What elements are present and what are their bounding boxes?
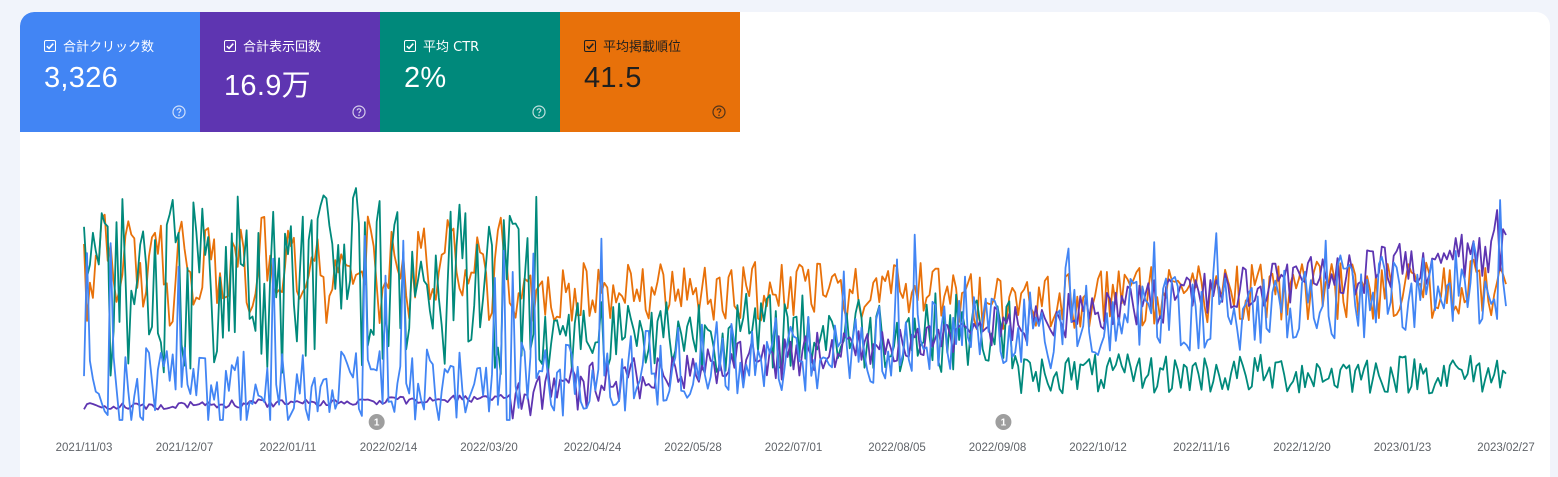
help-icon[interactable] — [352, 105, 366, 119]
metric-label-row: 合計表示回数 — [224, 36, 321, 55]
metric-card-average-ctr[interactable]: 平均 CTR 2% — [380, 12, 560, 132]
metric-label-row: 平均 CTR — [404, 36, 479, 55]
performance-panel: 合計クリック数 3,326 合計表示回数 16.9万 平均 CTR 2% 平均掲… — [20, 12, 1550, 477]
metric-label-row: 平均掲載順位 — [584, 36, 681, 55]
help-icon[interactable] — [712, 105, 726, 119]
series-layer — [83, 187, 1507, 421]
x-tick-label: 2021/11/03 — [56, 442, 113, 454]
metric-card-total-impressions[interactable]: 合計表示回数 16.9万 — [200, 12, 380, 132]
checkbox-checked-icon[interactable] — [584, 39, 596, 52]
x-tick-label: 2022/12/20 — [1273, 442, 1331, 454]
metric-value: 16.9万 — [224, 70, 311, 102]
annotation-label: 1 — [374, 418, 380, 429]
annotation-layer: 11 — [368, 414, 1012, 430]
checkbox-checked-icon[interactable] — [224, 39, 236, 52]
checkbox-checked-icon[interactable] — [44, 39, 56, 52]
help-icon[interactable] — [532, 105, 546, 119]
x-tick-label: 2022/10/12 — [1069, 442, 1127, 454]
x-tick-label: 2022/04/24 — [564, 442, 622, 454]
metric-label: 合計表示回数 — [243, 40, 322, 55]
x-axis-ticks: 2021/11/03 2021/12/07 2022/01/11 2022/02/14… — [56, 442, 1535, 454]
help-icon[interactable] — [172, 105, 186, 119]
x-tick-label: 2022/01/11 — [260, 442, 317, 454]
performance-chart: 11 2021/11/03 2021/12/07 2022/01/11 2022/02… — [20, 132, 1550, 477]
metric-value: 41.5 — [584, 62, 642, 94]
metric-card-average-position[interactable]: 平均掲載順位 41.5 — [560, 12, 740, 132]
metric-card-total-clicks[interactable]: 合計クリック数 3,326 — [20, 12, 200, 132]
x-tick-label: 2022/02/14 — [360, 442, 418, 454]
x-tick-label: 2022/08/05 — [868, 442, 926, 454]
metric-cards: 合計クリック数 3,326 合計表示回数 16.9万 平均 CTR 2% 平均掲… — [20, 12, 740, 132]
x-tick-label: 2022/03/20 — [460, 442, 518, 454]
annotation-label: 1 — [1001, 418, 1007, 429]
metric-value: 3,326 — [44, 62, 119, 94]
x-tick-label: 2021/12/07 — [156, 442, 214, 454]
x-tick-label: 2022/09/08 — [969, 442, 1027, 454]
checkbox-checked-icon[interactable] — [404, 39, 416, 52]
annotation-marker-1[interactable]: 1 — [368, 414, 385, 430]
series-line-clicks — [83, 199, 1507, 421]
metric-label-row: 合計クリック数 — [44, 36, 154, 55]
annotation-marker-2[interactable]: 1 — [995, 414, 1012, 430]
x-tick-label: 2023/02/27 — [1477, 442, 1535, 454]
metric-label: 合計クリック数 — [63, 40, 155, 55]
metric-value: 2% — [404, 62, 447, 94]
x-tick-label: 2023/01/23 — [1374, 442, 1432, 454]
performance-line-chart: 11 2021/11/03 2021/12/07 2022/01/11 2022/02… — [56, 187, 1535, 454]
x-tick-label: 2022/05/28 — [664, 442, 722, 454]
metric-label: 平均掲載順位 — [603, 40, 682, 55]
metric-label: 平均 CTR — [423, 40, 480, 55]
x-tick-label: 2022/07/01 — [765, 442, 823, 454]
x-tick-label: 2022/11/16 — [1173, 442, 1230, 454]
